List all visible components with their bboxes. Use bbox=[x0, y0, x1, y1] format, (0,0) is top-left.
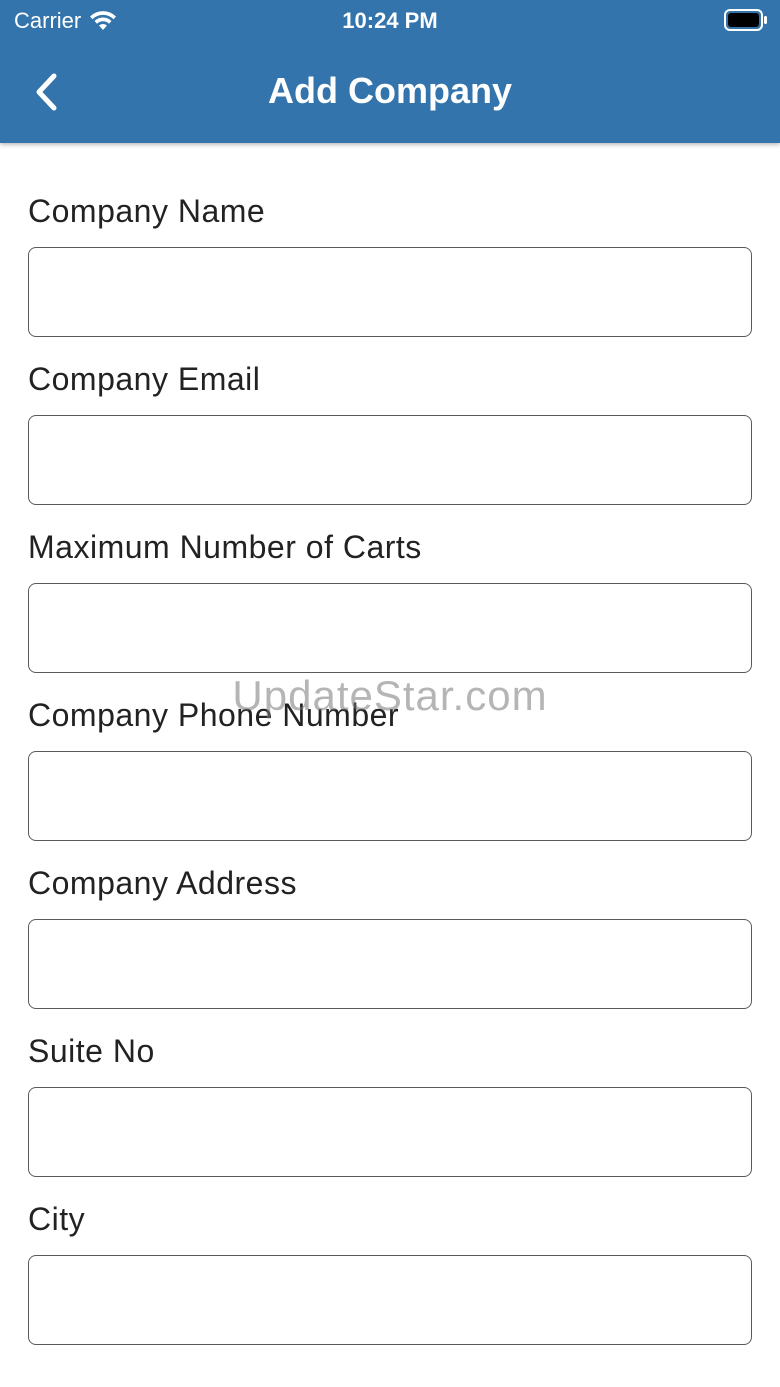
page-title: Add Company bbox=[267, 70, 512, 111]
field-company-name: Company Name bbox=[28, 191, 752, 337]
battery-icon bbox=[724, 9, 768, 36]
field-label: Company Address bbox=[28, 865, 297, 901]
max-carts-input[interactable] bbox=[28, 583, 752, 673]
screen: Carrier 10:24 PM Add Company Company Nam… bbox=[0, 0, 780, 1387]
field-label: Company Email bbox=[28, 361, 261, 397]
company-email-input[interactable] bbox=[28, 415, 752, 505]
company-address-input[interactable] bbox=[28, 919, 752, 1009]
company-phone-input[interactable] bbox=[28, 751, 752, 841]
field-label: City bbox=[28, 1201, 86, 1237]
field-label: Company Name bbox=[28, 193, 266, 229]
field-label: Maximum Number of Carts bbox=[28, 529, 422, 565]
company-name-input[interactable] bbox=[28, 247, 752, 337]
field-suite-no: Suite No bbox=[28, 1031, 752, 1177]
field-max-carts: Maximum Number of Carts bbox=[28, 527, 752, 673]
city-input[interactable] bbox=[28, 1255, 752, 1345]
app-header: Carrier 10:24 PM Add Company bbox=[0, 0, 780, 143]
field-label: Company Phone Number bbox=[28, 697, 400, 733]
field-company-phone: Company Phone Number bbox=[28, 695, 752, 841]
field-company-address: Company Address bbox=[28, 863, 752, 1009]
field-city: City bbox=[28, 1199, 752, 1345]
status-time: 10:24 PM bbox=[342, 8, 438, 33]
suite-no-input[interactable] bbox=[28, 1087, 752, 1177]
field-label: Suite No bbox=[28, 1033, 155, 1069]
field-company-email: Company Email bbox=[28, 359, 752, 505]
